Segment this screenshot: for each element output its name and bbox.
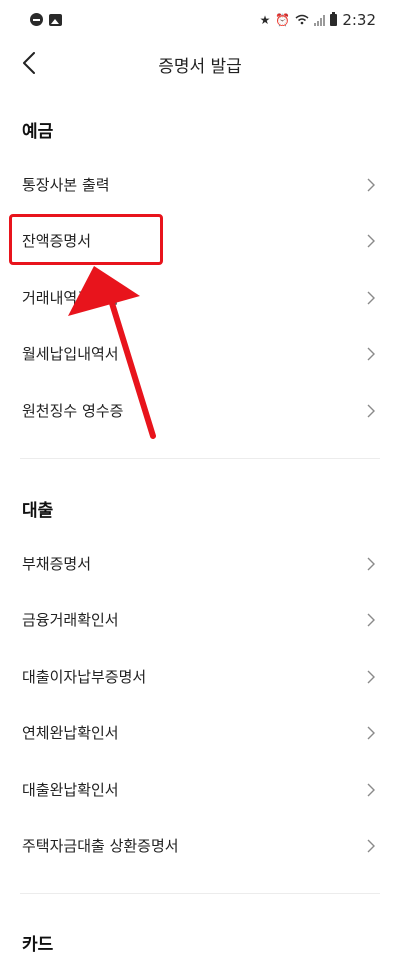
chevron-right-icon xyxy=(367,178,375,192)
menu-item-transaction-history-certificate[interactable]: 거래내역증명서 xyxy=(0,270,400,326)
menu-item-debt-certificate[interactable]: 부채증명서 xyxy=(0,536,400,592)
menu-item-label: 대출이자납부증명서 xyxy=(22,668,147,686)
chevron-right-icon xyxy=(367,670,375,684)
menu-item-overdue-settlement-confirmation[interactable]: 연체완납확인서 xyxy=(0,705,400,761)
chevron-right-icon xyxy=(367,557,375,571)
menu-item-rent-payment-statement[interactable]: 월세납입내역서 xyxy=(0,326,400,382)
chevron-right-icon xyxy=(367,404,375,418)
alarm-icon: ⏰ xyxy=(275,13,291,27)
chevron-right-icon xyxy=(367,726,375,740)
menu-item-label: 금융거래확인서 xyxy=(22,611,119,629)
gallery-icon xyxy=(49,13,62,26)
menu-item-label: 잔액증명서 xyxy=(22,232,92,250)
menu-item-label: 월세납입내역서 xyxy=(22,345,119,363)
wifi-icon xyxy=(295,14,309,27)
menu-item-label: 통장사본 출력 xyxy=(22,176,110,194)
section-title-loan: 대출 xyxy=(22,501,54,521)
menu-item-label: 원천징수 영수증 xyxy=(22,402,124,420)
header: 증명서 발급 xyxy=(0,40,400,86)
certificate-issuance-screen: ★ ⏰ 2:32 증명서 발급 예금 통장사본 출력 잔액증명서 거래내역증명서… xyxy=(0,0,400,978)
battery-icon xyxy=(330,12,338,26)
menu-item-label: 연체완납확인서 xyxy=(22,724,119,742)
status-time: 2:32 xyxy=(342,11,376,29)
menu-item-housing-loan-repayment-certificate[interactable]: 주택자금대출 상환증명서 xyxy=(0,818,400,874)
page-title: 증명서 발급 xyxy=(158,57,242,77)
do-not-disturb-icon xyxy=(30,13,43,26)
menu-item-bankbook-copy[interactable]: 통장사본 출력 xyxy=(0,157,400,213)
menu-item-withholding-tax-receipt[interactable]: 원천징수 영수증 xyxy=(0,383,400,439)
chevron-right-icon xyxy=(367,347,375,361)
menu-item-balance-certificate[interactable]: 잔액증명서 xyxy=(0,213,400,269)
chevron-right-icon xyxy=(367,291,375,305)
menu-item-loan-repayment-confirmation[interactable]: 대출완납확인서 xyxy=(0,762,400,818)
chevron-right-icon xyxy=(367,234,375,248)
section-divider xyxy=(20,893,380,894)
chevron-right-icon xyxy=(367,839,375,853)
menu-item-loan-interest-payment-certificate[interactable]: 대출이자납부증명서 xyxy=(0,649,400,705)
menu-item-label: 거래내역증명서 xyxy=(22,289,119,307)
status-right-icons: ★ ⏰ 2:32 xyxy=(260,11,376,29)
status-left-icons xyxy=(30,13,62,26)
menu-item-label: 부채증명서 xyxy=(22,555,92,573)
chevron-right-icon xyxy=(367,783,375,797)
menu-item-label: 주택자금대출 상환증명서 xyxy=(22,837,179,855)
menu-item-label: 대출완납확인서 xyxy=(22,781,119,799)
section-divider xyxy=(20,458,380,459)
signal-icon xyxy=(314,14,326,26)
section-title-card: 카드 xyxy=(22,935,54,955)
menu-item-financial-transaction-confirmation[interactable]: 금융거래확인서 xyxy=(0,592,400,648)
star-icon: ★ xyxy=(259,13,271,27)
status-bar: ★ ⏰ 2:32 xyxy=(0,0,400,40)
chevron-right-icon xyxy=(367,613,375,627)
section-title-deposit: 예금 xyxy=(22,122,54,142)
